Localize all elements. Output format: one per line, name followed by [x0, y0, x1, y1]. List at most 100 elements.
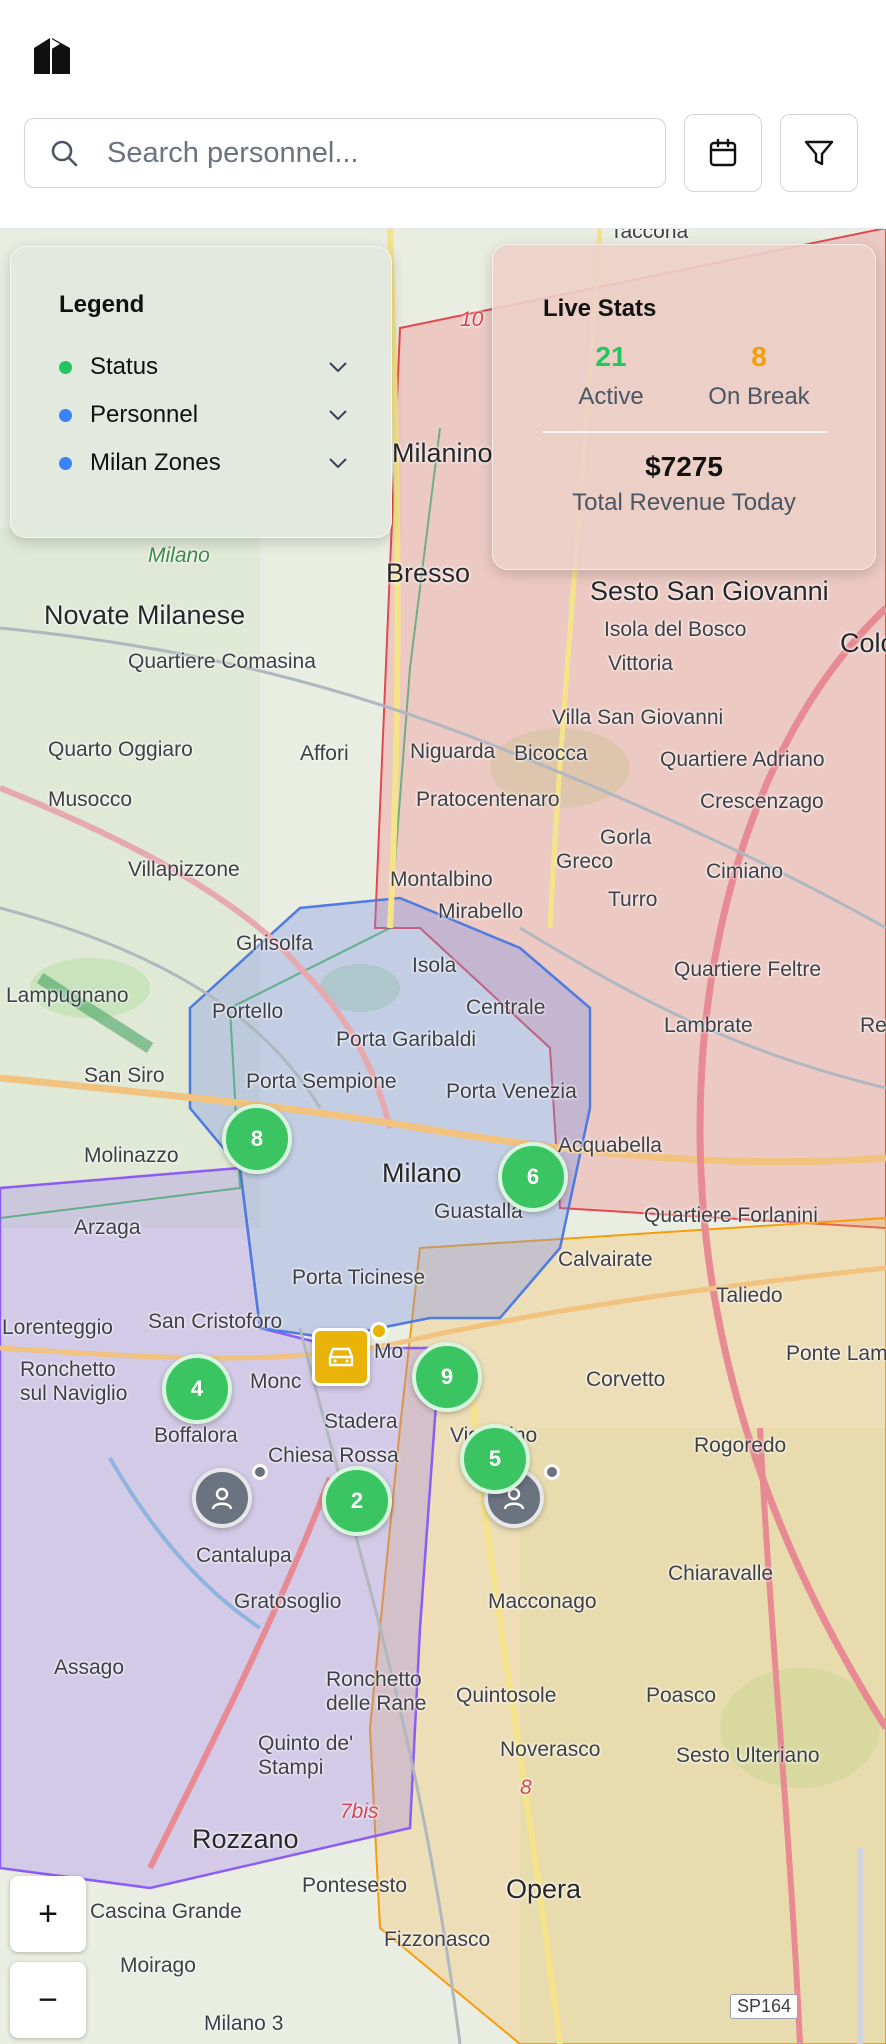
search-box[interactable]	[24, 118, 666, 188]
place-label: Ronchetto delle Rane	[326, 1668, 427, 1715]
place-label: San Cristoforo	[148, 1310, 283, 1333]
place-label: Bicocca	[514, 742, 588, 765]
status-dot	[544, 1464, 560, 1480]
place-label: Sesto Ulteriano	[676, 1744, 820, 1767]
place-label: Montalbino	[390, 868, 493, 891]
place-label: Molinazzo	[84, 1144, 179, 1167]
place-label: Crescenzago	[700, 790, 824, 813]
place-label: Macconago	[488, 1590, 597, 1613]
place-label: Milanino	[392, 438, 493, 468]
place-label: Quinto de' Stampi	[258, 1732, 354, 1779]
place-label: Quartiere Comasina	[128, 650, 316, 673]
place-label: Lorenteggio	[2, 1316, 113, 1339]
cluster-marker[interactable]: 5	[460, 1424, 530, 1494]
chevron-down-icon[interactable]	[327, 452, 349, 474]
status-dot	[370, 1322, 388, 1340]
person-marker[interactable]	[192, 1468, 252, 1528]
place-label: Niguarda	[410, 740, 496, 763]
place-label: Assago	[54, 1656, 125, 1679]
cluster-marker[interactable]: 9	[412, 1342, 482, 1412]
place-label: Pontesesto	[302, 1874, 408, 1897]
legend-item-status[interactable]: Status	[59, 347, 349, 387]
place-label: Ponte Lambro	[786, 1342, 886, 1365]
chevron-down-icon[interactable]	[327, 404, 349, 426]
place-label: Porta Garibaldi	[336, 1028, 477, 1051]
live-stats-title: Live Stats	[543, 295, 657, 322]
place-label: Mo	[374, 1340, 404, 1363]
place-label: Rozzano	[192, 1824, 299, 1854]
place-label: Gorla	[600, 826, 652, 849]
place-label: Chiesa Rossa	[268, 1444, 399, 1467]
place-label: Cascina Grande	[90, 1900, 242, 1923]
place-label: Chiaravalle	[668, 1562, 774, 1585]
vehicle-marker[interactable]	[312, 1328, 370, 1386]
place-label: Lampugnano	[6, 984, 129, 1007]
place-label: Fizzonasco	[384, 1928, 491, 1951]
place-label: Centrale	[466, 996, 546, 1019]
active-count: 21	[595, 341, 627, 372]
revenue-value: $7275	[645, 451, 723, 482]
place-label: Quartiere Adriano	[660, 748, 825, 771]
place-label: Ghisolfa	[236, 932, 314, 955]
place-label: Novate Milanese	[44, 600, 246, 630]
personnel-dot-icon	[59, 408, 72, 422]
place-label: Acquabella	[558, 1134, 662, 1157]
place-label: Re	[860, 1014, 886, 1037]
place-label: Vittoria	[608, 652, 673, 675]
active-label: Active	[578, 383, 644, 410]
place-label: San Siro	[84, 1064, 165, 1087]
place-label: Mirabello	[438, 900, 524, 923]
place-label: Portello	[212, 1000, 284, 1023]
legend-item-milan-zones[interactable]: Milan Zones	[59, 443, 349, 483]
building-blocks-logo[interactable]	[30, 34, 74, 78]
place-label: Noverasco	[500, 1738, 601, 1761]
place-label: Cimiano	[706, 860, 784, 883]
cluster-marker[interactable]: 4	[162, 1354, 232, 1424]
live-stats-panel: Live Stats 21 Active 8 On Break $7275 To…	[492, 244, 876, 570]
zoom-in-button[interactable]: +	[10, 1876, 86, 1952]
zoom-out-button[interactable]: −	[10, 1962, 86, 2038]
calendar-button[interactable]	[684, 114, 762, 192]
place-label: Sesto San Giovanni	[590, 576, 829, 606]
legend-item-personnel[interactable]: Personnel	[59, 395, 349, 435]
search-icon	[51, 140, 78, 167]
place-label: Milano	[148, 544, 210, 567]
place-label: Pratocentenaro	[416, 788, 560, 811]
place-label: Poasco	[646, 1684, 717, 1707]
on-break-count: 8	[751, 341, 767, 372]
place-label: Arzaga	[74, 1216, 141, 1239]
chevron-down-icon[interactable]	[327, 356, 349, 378]
filter-icon	[804, 140, 834, 166]
place-label: Quarto Oggiaro	[48, 738, 193, 761]
road-number: 7bis	[340, 1800, 379, 1823]
legend-item-label: Personnel	[90, 401, 199, 428]
place-label: Rogoredo	[694, 1434, 787, 1457]
cluster-marker[interactable]: 2	[322, 1466, 392, 1536]
place-label: Milano 3	[204, 2012, 284, 2035]
car-icon	[328, 1347, 354, 1367]
place-label: Porta Sempione	[246, 1070, 397, 1093]
place-label: Corvetto	[586, 1368, 666, 1391]
place-label: Turro	[608, 888, 658, 911]
place-label: Isola del Bosco	[604, 618, 747, 641]
person-icon	[211, 1487, 233, 1510]
place-label: Colo	[840, 628, 886, 658]
place-label: Moirago	[120, 1954, 196, 1977]
filter-button[interactable]	[780, 114, 858, 192]
cluster-marker[interactable]: 8	[222, 1104, 292, 1174]
road-number: 8	[520, 1776, 532, 1799]
place-label: Porta Ticinese	[292, 1266, 426, 1289]
place-label: Monc	[250, 1370, 302, 1393]
place-label: Bresso	[386, 558, 471, 588]
on-break-label: On Break	[708, 383, 810, 410]
search-input[interactable]	[105, 119, 649, 187]
place-label: Lambrate	[664, 1014, 753, 1037]
legend-panel: Legend Status Personnel Milan Zones	[10, 246, 392, 538]
place-label: Villa San Giovanni	[552, 706, 724, 729]
road-label: SP164	[730, 1994, 799, 2019]
place-label: Isola	[412, 954, 457, 977]
place-label: Milano	[382, 1158, 462, 1188]
cluster-marker[interactable]: 6	[498, 1142, 568, 1212]
place-label: Gratosoglio	[234, 1590, 342, 1613]
legend-title: Legend	[59, 291, 145, 318]
